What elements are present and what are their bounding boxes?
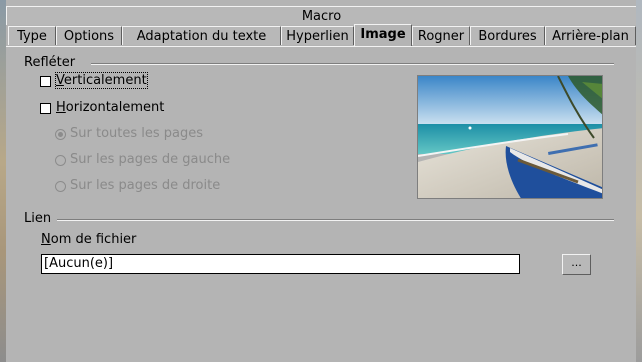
tab-macro[interactable]: Macro	[6, 6, 636, 25]
background-edge-right	[636, 0, 642, 362]
mirror-section-rule	[91, 63, 614, 65]
all-pages-label: Sur toutes les pages	[70, 126, 204, 141]
filename-label: Nom de fichier	[41, 232, 137, 247]
tab-arriere-plan-label: Arrière-plan	[552, 29, 629, 44]
vertical-label[interactable]: Verticalement	[55, 72, 148, 89]
left-pages-radio[interactable]	[55, 155, 66, 166]
tab-options-label: Options	[63, 29, 115, 44]
all-pages-radio[interactable]	[55, 129, 66, 140]
tab-rogner[interactable]: Rogner	[412, 26, 470, 45]
tab-adaptation-du-texte[interactable]: Adaptation du texte	[122, 26, 281, 45]
browse-button[interactable]: ...	[562, 254, 591, 275]
tab-image-label: Image	[360, 27, 406, 42]
tab-bordures[interactable]: Bordures	[470, 26, 545, 45]
right-pages-label: Sur les pages de droite	[70, 178, 221, 193]
filename-value: [Aucun(e)]	[44, 256, 114, 271]
tab-hyperlien[interactable]: Hyperlien	[281, 26, 354, 45]
tab-bar: Macro Type Options Adaptation du texte H…	[6, 0, 636, 46]
image-preview	[417, 75, 603, 199]
right-pages-radio[interactable]	[55, 181, 66, 192]
tab-rogner-label: Rogner	[417, 29, 465, 44]
tab-options[interactable]: Options	[56, 26, 122, 45]
link-section-label: Lien	[24, 211, 52, 226]
tab-type[interactable]: Type	[8, 26, 56, 45]
tab-type-label: Type	[17, 29, 47, 44]
browse-button-label: ...	[571, 256, 582, 269]
left-pages-label: Sur les pages de gauche	[70, 152, 231, 167]
tab-bordures-label: Bordures	[478, 29, 537, 44]
tab-macro-label: Macro	[301, 9, 342, 24]
beach-boat-image-icon	[418, 76, 602, 198]
tab-hyperlien-label: Hyperlien	[286, 29, 349, 44]
vertical-checkbox[interactable]	[40, 76, 51, 87]
tab-image[interactable]: Image	[354, 24, 412, 46]
link-section-rule	[57, 219, 614, 221]
filename-input[interactable]: [Aucun(e)]	[41, 254, 520, 274]
horizontal-label[interactable]: Horizontalement	[56, 100, 164, 115]
horizontal-checkbox[interactable]	[40, 103, 51, 114]
mirror-section-label: Refléter	[24, 55, 76, 70]
tab-arriere-plan[interactable]: Arrière-plan	[545, 26, 636, 45]
tab-adaptation-label: Adaptation du texte	[136, 29, 267, 44]
